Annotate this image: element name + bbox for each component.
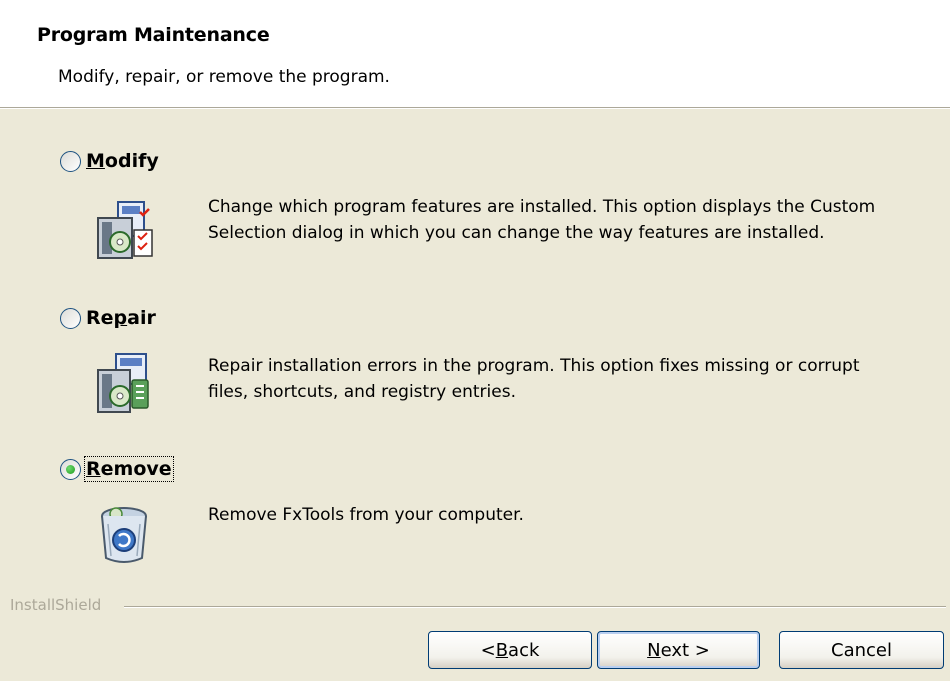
repair-label[interactable]: Repair — [86, 307, 156, 329]
page-subtitle: Modify, repair, or remove the program. — [58, 67, 390, 87]
modify-label[interactable]: Modify — [86, 150, 159, 172]
modify-radio-option[interactable]: Modify — [60, 150, 159, 172]
remove-radio-option[interactable]: Remove — [60, 456, 174, 482]
header-banner: Program Maintenance Modify, repair, or r… — [0, 0, 950, 108]
header-divider — [0, 108, 950, 109]
repair-installation-icon — [97, 353, 149, 413]
page-title: Program Maintenance — [37, 24, 270, 46]
footer-separator — [124, 606, 946, 608]
modify-radio-button[interactable] — [60, 150, 81, 172]
installshield-brand-label: InstallShield — [10, 596, 102, 614]
repair-radio-option[interactable]: Repair — [60, 307, 156, 329]
modify-features-icon — [97, 201, 153, 259]
remove-description: Remove FxTools from your computer. — [208, 505, 524, 525]
repair-radio-button[interactable] — [60, 307, 81, 329]
next-button[interactable]: Next > — [597, 631, 760, 669]
repair-description: Repair installation errors in the progra… — [208, 356, 860, 402]
remove-label[interactable]: Remove — [84, 456, 174, 482]
recycle-bin-icon — [101, 507, 147, 563]
back-button[interactable]: < Back — [428, 631, 592, 669]
cancel-button[interactable]: Cancel — [779, 631, 944, 669]
remove-radio-button[interactable] — [60, 458, 81, 480]
modify-description: Change which program features are instal… — [208, 197, 876, 243]
